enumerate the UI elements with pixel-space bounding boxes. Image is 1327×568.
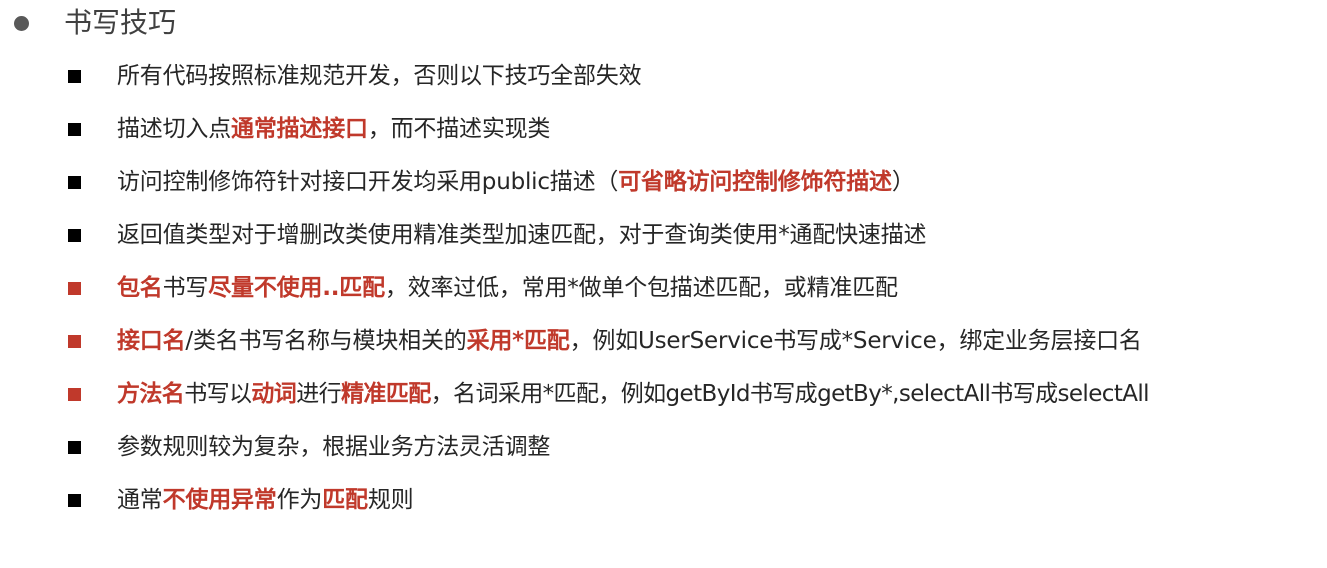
list-item: 包名书写尽量不使用..匹配，效率过低，常用*做单个包描述匹配，或精准匹配 xyxy=(68,268,898,308)
square-bullet-icon xyxy=(68,334,81,348)
emphasis-text: 匹配 xyxy=(322,487,368,513)
list-item-text: 通常不使用异常作为匹配规则 xyxy=(117,487,414,513)
list-item: 返回值类型对于增删改类使用精准类型加速匹配，对于查询类使用*通配快速描述 xyxy=(68,215,927,255)
emphasis-text: 方法名 xyxy=(117,381,185,407)
list-item-text: 接口名/类名书写名称与模块相关的采用*匹配，例如UserService书写成*S… xyxy=(117,328,1142,354)
list-item: 访问控制修饰符针对接口开发均采用public描述（可省略访问控制修饰符描述） xyxy=(68,162,915,202)
list-item: 参数规则较为复杂，根据业务方法灵活调整 xyxy=(68,427,550,467)
list-item-text: 所有代码按照标准规范开发，否则以下技巧全部失效 xyxy=(117,63,642,89)
square-bullet-icon xyxy=(68,440,81,454)
emphasis-text: 包名 xyxy=(117,275,163,301)
list-item-text: 包名书写尽量不使用..匹配，效率过低，常用*做单个包描述匹配，或精准匹配 xyxy=(117,275,898,301)
square-bullet-icon xyxy=(68,281,81,295)
page-title: 书写技巧 xyxy=(64,6,177,39)
section-heading: 书写技巧 xyxy=(14,0,176,46)
emphasis-text: 精准匹配 xyxy=(341,381,431,407)
list-item: 描述切入点通常描述接口，而不描述实现类 xyxy=(68,109,550,149)
square-bullet-icon xyxy=(68,122,81,136)
round-bullet-icon xyxy=(14,15,29,31)
square-bullet-icon xyxy=(68,69,81,83)
list-item: 所有代码按照标准规范开发，否则以下技巧全部失效 xyxy=(68,56,642,96)
emphasis-text: 尽量不使用..匹配 xyxy=(208,275,385,301)
list-item: 接口名/类名书写名称与模块相关的采用*匹配，例如UserService书写成*S… xyxy=(68,321,1142,361)
emphasis-text: 通常描述接口 xyxy=(231,116,368,142)
list-item: 通常不使用异常作为匹配规则 xyxy=(68,480,414,520)
list-item: 方法名书写以动词进行精准匹配，名词采用*匹配，例如getById书写成getBy… xyxy=(68,374,1150,414)
emphasis-text: 采用*匹配 xyxy=(466,328,570,354)
square-bullet-icon xyxy=(68,228,81,242)
list-item-text: 访问控制修饰符针对接口开发均采用public描述（可省略访问控制修饰符描述） xyxy=(117,169,915,195)
square-bullet-icon xyxy=(68,175,81,189)
emphasis-text: 可省略访问控制修饰符描述 xyxy=(618,169,892,195)
list-item-text: 参数规则较为复杂，根据业务方法灵活调整 xyxy=(117,434,551,460)
list-item-text: 方法名书写以动词进行精准匹配，名词采用*匹配，例如getById书写成getBy… xyxy=(117,381,1150,407)
list-item-text: 描述切入点通常描述接口，而不描述实现类 xyxy=(117,116,551,142)
square-bullet-icon xyxy=(68,387,81,401)
emphasis-text: 动词 xyxy=(251,381,297,407)
emphasis-text: 接口名 xyxy=(117,328,186,354)
square-bullet-icon xyxy=(68,493,81,507)
list-item-text: 返回值类型对于增删改类使用精准类型加速匹配，对于查询类使用*通配快速描述 xyxy=(117,222,927,248)
emphasis-text: 不使用异常 xyxy=(162,487,277,513)
